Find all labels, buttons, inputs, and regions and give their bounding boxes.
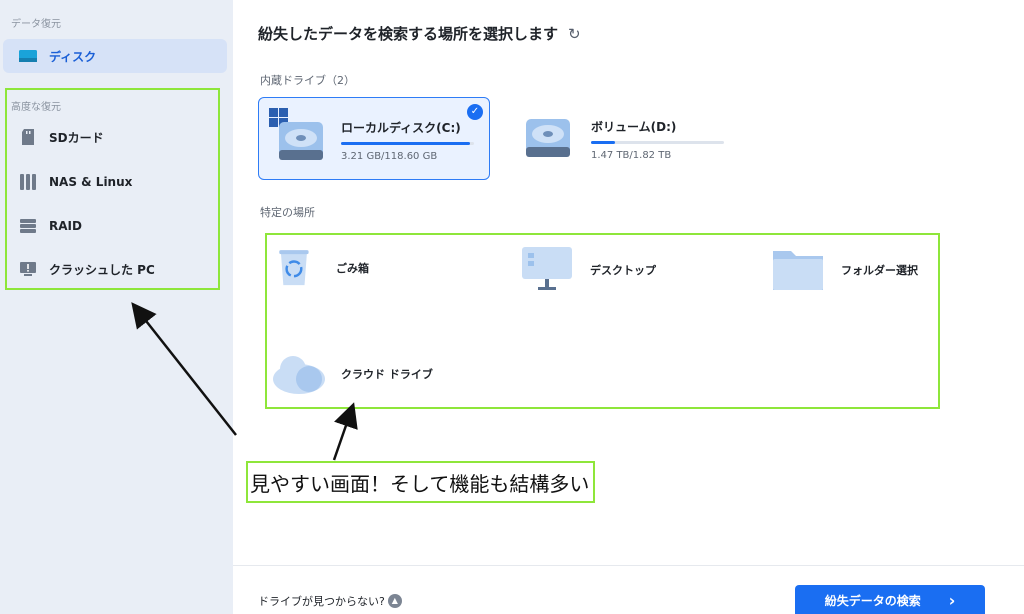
arrow-to-sidebar — [131, 302, 237, 436]
annotation-arrows — [131, 302, 358, 461]
arrow-to-locations — [332, 402, 358, 461]
annotation-caption: 見やすい画面！そして機能も結構多い — [246, 461, 595, 503]
